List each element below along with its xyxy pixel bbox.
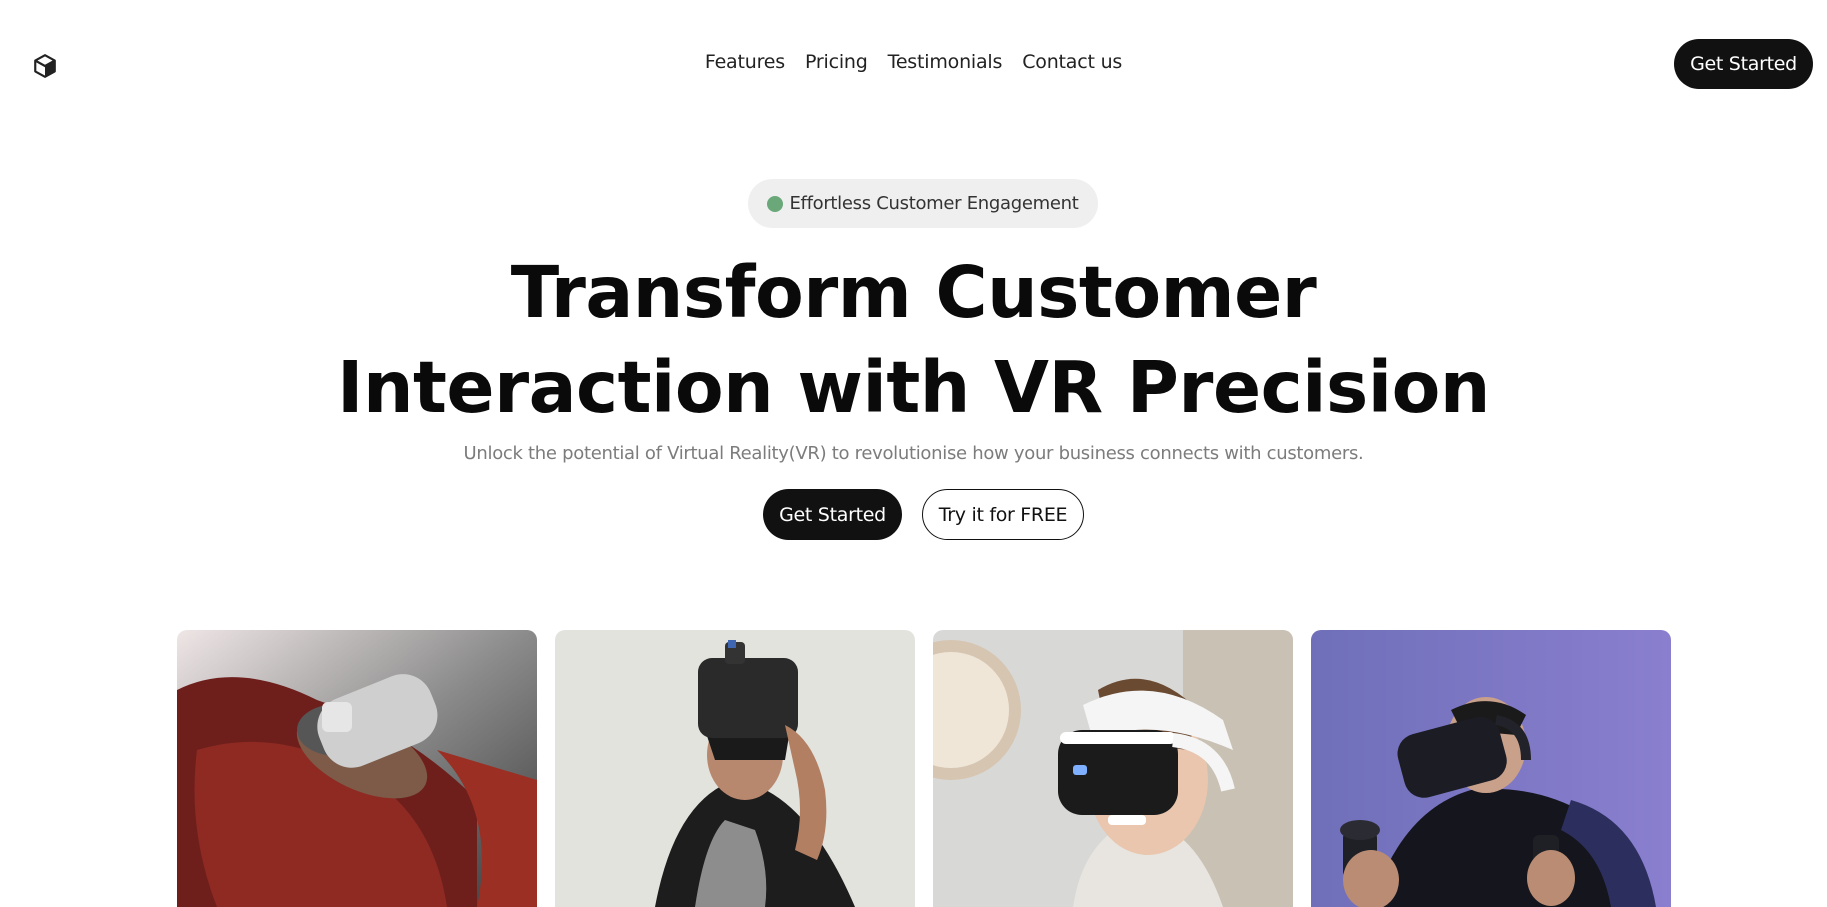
vr-photo-controllers [1311,630,1671,907]
vr-photo-white-headset [933,630,1293,907]
vr-photo-reclining [177,630,537,907]
vr-photo-headset-lift [555,630,915,907]
nav-link-contact[interactable]: Contact us [1022,51,1122,73]
hero-subtitle: Unlock the potential of Virtual Reality(… [463,443,1364,464]
hero-badge: Effortless Customer Engagement [748,179,1098,228]
main-nav: Features Pricing Testimonials Contact us [0,51,1827,73]
hero-title-line-2: Interaction with VR Precision [337,346,1490,429]
nav-link-testimonials[interactable]: Testimonials [888,51,1003,73]
nav-link-pricing[interactable]: Pricing [805,51,868,73]
hero-get-started-button[interactable]: Get Started [763,489,902,540]
header-get-started-button[interactable]: Get Started [1674,39,1813,89]
nav-link-features[interactable]: Features [705,51,785,73]
hero-title: Transform Customer Interaction with VR P… [0,245,1827,435]
hero-title-line-1: Transform Customer [510,251,1317,334]
status-dot-icon [767,195,784,212]
try-free-button[interactable]: Try it for FREE [922,489,1084,540]
hero-badge-label: Effortless Customer Engagement [789,193,1079,214]
